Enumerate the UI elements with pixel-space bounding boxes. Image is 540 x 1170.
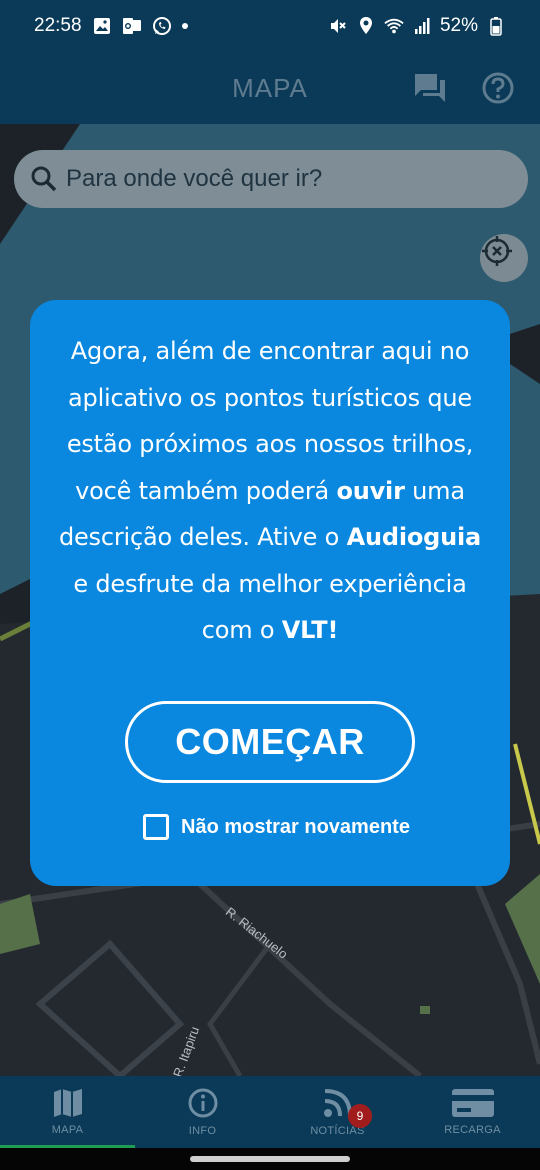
outlook-icon (122, 16, 142, 36)
status-time: 22:58 (34, 15, 82, 36)
signal-icon (412, 16, 432, 36)
search-icon (31, 166, 57, 192)
modal-text-part: você também poderá (75, 476, 337, 505)
start-button[interactable]: COMEÇAR (125, 701, 415, 783)
mute-icon (328, 16, 348, 36)
wifi-icon (384, 16, 404, 36)
whatsapp-icon (152, 16, 172, 36)
dont-show-again[interactable]: Não mostrar novamente (143, 814, 410, 840)
modal-text-part: com o (201, 616, 282, 644)
nav-item-info[interactable]: INFO (135, 1076, 270, 1148)
bottom-nav: MAPA INFO NOTÍCIAS 9 RECARGA (0, 1076, 540, 1148)
dont-show-label: Não mostrar novamente (181, 815, 410, 838)
chat-icon (415, 74, 445, 102)
info-icon (188, 1088, 217, 1118)
help-icon (482, 72, 514, 104)
nav-item-recarga[interactable]: RECARGA (405, 1076, 540, 1148)
status-right: 52% (328, 15, 506, 37)
chat-button[interactable] (408, 66, 452, 110)
modal-line: com o VLT! (56, 607, 484, 654)
app-header: MAPA (0, 52, 540, 124)
image-icon (92, 16, 112, 36)
modal-line: estão próximos aos nossos trilhos, (66, 430, 474, 458)
nav-label: INFO (188, 1125, 217, 1137)
nav-item-noticias[interactable]: NOTÍCIAS 9 (270, 1076, 405, 1148)
battery-percent: 52% (439, 15, 478, 36)
home-indicator[interactable] (190, 1156, 350, 1162)
modal-line: Agora, além de encontrar aqui no (70, 337, 470, 365)
card-icon (451, 1089, 494, 1117)
audioguide-modal: Agora, além de encontrar aqui no aplicat… (30, 300, 510, 886)
modal-line: e desfrute da melhor experiência (73, 569, 467, 598)
search-placeholder: Para onde você quer ir? (66, 165, 323, 192)
nav-item-mapa[interactable]: MAPA (0, 1076, 135, 1148)
modal-bold-vlt: VLT! (281, 616, 339, 644)
nav-label: MAPA (51, 1124, 84, 1136)
my-location-button[interactable] (480, 234, 528, 282)
battery-icon (486, 16, 506, 36)
modal-text-part: descrição deles. Ative o (58, 523, 347, 551)
modal-line: descrição deles. Ative o Audioguia (56, 514, 484, 561)
modal-text-part: uma (404, 476, 465, 505)
system-nav-area (0, 1148, 540, 1170)
help-button[interactable] (476, 66, 520, 110)
page-title: MAPA (232, 72, 308, 103)
modal-bold-ouvir: ouvir (336, 476, 405, 505)
map-icon (53, 1089, 82, 1117)
status-left: 22:58 (34, 15, 188, 37)
news-badge: 9 (348, 1104, 372, 1128)
dont-show-checkbox[interactable] (143, 814, 169, 840)
modal-message: Agora, além de encontrar aqui no aplicat… (56, 328, 484, 654)
nav-label: RECARGA (444, 1124, 501, 1136)
modal-line: aplicativo os pontos turísticos que (68, 383, 472, 412)
location-icon (356, 16, 376, 36)
crosshair-icon (482, 236, 512, 266)
modal-line: você também poderá ouvir uma (56, 468, 484, 515)
dot-icon (181, 23, 188, 29)
modal-bold-audioguia: Audioguia (346, 523, 482, 551)
search-input[interactable]: Para onde você quer ir? (14, 150, 528, 208)
status-bar: 22:58 52% (0, 0, 540, 52)
